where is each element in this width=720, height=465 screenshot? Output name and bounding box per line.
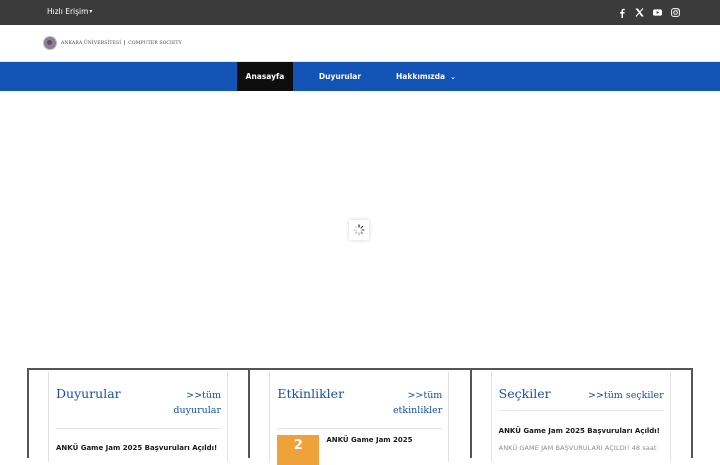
link-text-line2: etkinlikler — [392, 405, 443, 416]
quick-access-label: Hızlı Erişim — [47, 7, 89, 16]
column-title: Seçkiler — [498, 386, 551, 401]
social-links — [617, 6, 680, 19]
facebook-icon[interactable] — [617, 6, 626, 19]
nav-item-hakkimizda[interactable]: Hakkımızda ⌄ — [392, 62, 460, 91]
column-title: Duyurular — [56, 386, 121, 401]
nav-item-label: Anasayfa — [245, 72, 285, 81]
divider — [277, 428, 443, 429]
column-title: Etkinlikler — [277, 386, 345, 401]
quick-access-menu[interactable]: Hızlı Erişim ▾ — [47, 7, 92, 16]
events-card: Etkinlikler >>tüm etkinlikler 2 ANKÜ Gam… — [269, 372, 450, 465]
chevron-down-icon: ⌄ — [450, 72, 456, 81]
all-announcements-link[interactable]: >>tüm duyurular — [173, 388, 221, 418]
announcements-card: Duyurular >>tüm duyurular ANKÜ Game Jam … — [48, 372, 228, 462]
logo-text: ANKARA ÜNİVERSİTESİ COMPUTER SOCIETY — [61, 40, 182, 46]
loading-spinner-icon — [349, 220, 369, 240]
chevron-down-icon: ▾ — [89, 7, 93, 15]
link-text-line1: >>tüm — [186, 390, 221, 401]
university-seal-icon — [43, 36, 57, 50]
header-logo-bar: ANKARA ÜNİVERSİTESİ COMPUTER SOCIETY — [0, 25, 720, 62]
event-title-link[interactable]: ANKÜ Game Jam 2025 — [326, 436, 412, 444]
all-events-link[interactable]: >>tüm etkinlikler — [393, 388, 442, 418]
youtube-icon[interactable] — [653, 6, 662, 19]
featured-card: Seçkiler >>tüm seçkiler ANKÜ Game Jam 20… — [490, 372, 671, 462]
logo-society: COMPUTER SOCIETY — [128, 41, 182, 46]
link-text-line1: >>tüm — [407, 390, 443, 401]
nav-item-label: Duyurular — [318, 72, 362, 81]
event-date-day: 2 — [293, 438, 303, 453]
featured-column: Seçkiler >>tüm seçkiler ANKÜ Game Jam 20… — [472, 370, 691, 462]
top-bar: Hızlı Erişim ▾ — [0, 0, 720, 25]
link-text-line2: duyurular — [173, 405, 221, 416]
main-nav: Anasayfa Duyurular Hakkımızda ⌄ — [0, 62, 720, 91]
post-title-link[interactable]: ANKÜ Game Jam 2025 Başvuruları Açıldı! — [499, 427, 660, 435]
all-featured-link[interactable]: >>tüm seçkiler — [588, 388, 664, 403]
x-twitter-icon[interactable] — [635, 6, 644, 19]
nav-item-anasayfa[interactable]: Anasayfa — [237, 62, 293, 91]
event-date-badge: 2 — [277, 435, 320, 465]
divider — [498, 410, 664, 411]
nav-item-duyurular[interactable]: Duyurular — [308, 62, 372, 91]
nav-item-label: Hakkımızda — [396, 72, 446, 81]
events-column: Etkinlikler >>tüm etkinlikler 2 ANKÜ Gam… — [250, 370, 472, 465]
hero-slider — [0, 91, 720, 368]
instagram-icon[interactable] — [671, 6, 680, 19]
logo-university: ANKARA ÜNİVERSİTESİ — [61, 41, 122, 46]
announcements-column: Duyurular >>tüm duyurular ANKÜ Game Jam … — [29, 370, 251, 462]
content-columns: Duyurular >>tüm duyurular ANKÜ Game Jam … — [27, 368, 693, 465]
post-title-link[interactable]: ANKÜ Game Jam 2025 Başvuruları Açıldı! — [56, 444, 217, 452]
site-logo[interactable]: ANKARA ÜNİVERSİTESİ COMPUTER SOCIETY — [43, 36, 182, 50]
divider — [56, 428, 221, 429]
post-excerpt: ANKÜ GAME JAM BAŞVURULARI AÇILDI! 48 saa… — [498, 444, 657, 452]
